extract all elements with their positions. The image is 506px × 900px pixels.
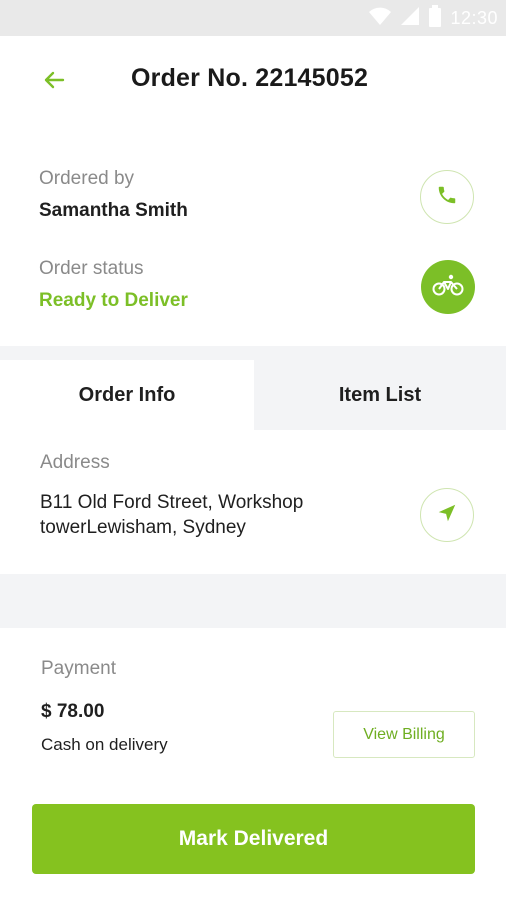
navigate-button[interactable] — [420, 488, 474, 542]
tab-order-info[interactable]: Order Info — [0, 360, 254, 430]
status-time: 12:30 — [450, 7, 498, 28]
payment-label: Payment — [41, 658, 116, 679]
call-button[interactable] — [420, 170, 474, 224]
app-bar: Order No. 22145052 — [0, 36, 506, 124]
payment-amount: $ 78.00 — [41, 701, 105, 722]
wifi-icon — [368, 6, 392, 31]
address-value: B11 Old Ford Street, Workshop towerLewis… — [40, 492, 304, 538]
order-summary: Ordered by Samantha Smith Order status R… — [0, 124, 506, 346]
order-status-value: Ready to Deliver — [39, 290, 188, 311]
back-arrow-icon — [42, 68, 66, 97]
view-billing-button[interactable]: View Billing — [333, 711, 475, 758]
bicycle-icon — [432, 273, 464, 302]
navigation-arrow-icon — [436, 502, 458, 529]
tab-bar: Order Info Item List — [0, 346, 506, 430]
page-title: Order No. 22145052 — [131, 64, 369, 92]
order-status-label: Order status — [39, 258, 144, 279]
payment-method: Cash on delivery — [41, 735, 168, 754]
back-button[interactable] — [36, 64, 72, 100]
address-section: Address B11 Old Ford Street, Workshop to… — [0, 430, 506, 574]
signal-icon — [400, 6, 420, 31]
delivery-status-badge — [421, 260, 475, 314]
tab-item-list[interactable]: Item List — [254, 360, 506, 430]
section-divider — [0, 574, 506, 628]
phone-icon — [436, 184, 458, 211]
mark-delivered-button[interactable]: Mark Delivered — [32, 804, 475, 874]
ordered-by-label: Ordered by — [39, 168, 135, 189]
address-label: Address — [40, 452, 110, 473]
status-icons: 12:30 — [368, 4, 498, 32]
customer-name: Samantha Smith — [39, 200, 188, 221]
battery-icon — [428, 4, 442, 32]
status-bar: 12:30 — [0, 0, 506, 36]
